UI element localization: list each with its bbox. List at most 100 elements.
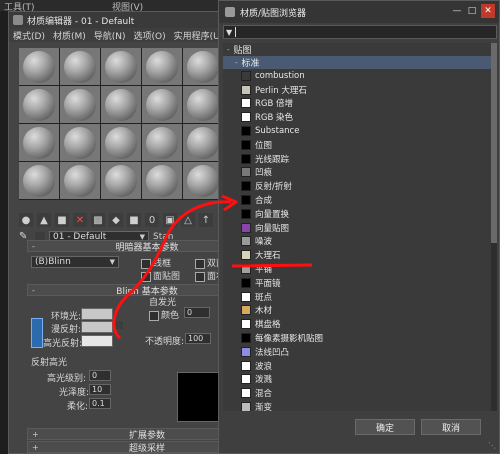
map-items: combustion Perlin 大理石 RGB 倍增 RGB 染色 Substanc… <box>223 69 497 411</box>
sample-slot[interactable] <box>19 86 59 123</box>
sample-slot[interactable] <box>183 124 223 161</box>
sample-slot[interactable] <box>60 48 100 85</box>
map-item-label: 反射/折射 <box>255 182 292 193</box>
sample-slot[interactable] <box>101 124 141 161</box>
diffuse-map-button[interactable] <box>115 321 123 329</box>
menu-mode[interactable]: 模式(D) <box>13 29 45 42</box>
material-sphere-preview <box>146 126 178 159</box>
app-icon <box>13 15 23 25</box>
map-item-camera-map[interactable]: 每像素摄影机贴图 <box>223 331 497 345</box>
sample-slot[interactable] <box>60 162 100 199</box>
map-item-flat-mirror[interactable]: 平面镜 <box>223 276 497 290</box>
maximize-icon[interactable]: □ <box>465 4 479 18</box>
sample-slot[interactable] <box>101 48 141 85</box>
self-illum-value[interactable]: 0 <box>184 307 210 318</box>
map-item-speckle[interactable]: 斑点 <box>223 290 497 304</box>
standard-group-header[interactable]: - 标准 <box>223 56 497 69</box>
make-unique-icon[interactable]: ◆ <box>109 213 123 227</box>
map-item-mix[interactable]: 混合 <box>223 386 497 400</box>
sample-slot[interactable] <box>183 162 223 199</box>
lock-ambient-diffuse-button[interactable] <box>31 318 43 348</box>
map-item-wood[interactable]: 木材 <box>223 304 497 318</box>
map-item-gradient[interactable]: 渐变 <box>223 400 497 411</box>
search-input[interactable]: ▼ <box>223 25 497 39</box>
shader-type-dropdown[interactable]: (B)Blinn ▼ <box>31 256 119 268</box>
assign-to-selection-icon[interactable]: ■ <box>55 213 69 227</box>
put-to-library-icon[interactable]: ■ <box>127 213 141 227</box>
sample-slot[interactable] <box>183 48 223 85</box>
sample-slot[interactable] <box>19 162 59 199</box>
map-item-checker[interactable]: 棋盘格 <box>223 317 497 331</box>
sample-slot[interactable] <box>142 124 182 161</box>
sample-slot[interactable] <box>60 124 100 161</box>
map-item-normal-bump[interactable]: 法线凹凸 <box>223 345 497 359</box>
menu-utilities[interactable]: 实用程序(U) <box>174 29 224 42</box>
ok-button[interactable]: 确定 <box>355 419 415 435</box>
map-item-reflect-refract[interactable]: 反射/折射 <box>223 179 497 193</box>
material-map-browser-window: 材质/贴图浏览器 — □ ✕ ▼ - 贴图 - 标准 combustion Perli… <box>218 0 500 454</box>
menu-navigation[interactable]: 导航(N) <box>94 29 126 42</box>
collapse-icon: - <box>32 285 35 295</box>
sample-slot[interactable] <box>142 162 182 199</box>
reset-map-icon[interactable]: ✕ <box>73 213 87 227</box>
sample-slot[interactable] <box>60 86 100 123</box>
sample-slot[interactable] <box>142 48 182 85</box>
map-item-vector-displacement[interactable]: 向量置换 <box>223 207 497 221</box>
cancel-button[interactable]: 取消 <box>421 419 481 435</box>
waves-icon <box>241 360 251 371</box>
map-item-rgb-tint[interactable]: RGB 染色 <box>223 110 497 124</box>
soften-value[interactable]: 0.1 <box>89 398 111 409</box>
specular-level-value[interactable]: 0 <box>89 370 111 381</box>
resize-grip-icon[interactable]: ⋱ <box>488 441 496 450</box>
glossiness-value[interactable]: 10 <box>89 384 111 395</box>
sample-slot[interactable] <box>101 86 141 123</box>
show-map-icon[interactable]: ▣ <box>163 213 177 227</box>
copy-material-icon[interactable]: ▩ <box>91 213 105 227</box>
material-id-icon[interactable]: 0 <box>145 213 159 227</box>
put-to-scene-icon[interactable]: ▲ <box>37 213 51 227</box>
option-label: 面贴图 <box>153 272 181 282</box>
sample-slot[interactable] <box>183 86 223 123</box>
map-item-tiles[interactable]: 平铺 <box>223 262 497 276</box>
map-item-noise[interactable]: 噪波 <box>223 235 497 249</box>
get-material-icon[interactable]: ● <box>19 213 33 227</box>
diffuse-color-swatch[interactable] <box>81 321 113 333</box>
self-illum-color-option[interactable]: 颜色 <box>149 308 179 321</box>
sample-slot[interactable] <box>142 86 182 123</box>
map-item-waves[interactable]: 波浪 <box>223 359 497 373</box>
map-item-combustion[interactable]: combustion <box>223 69 497 83</box>
browser-options-icon[interactable]: ▼ <box>226 28 232 37</box>
close-icon[interactable]: ✕ <box>481 4 495 18</box>
scrollbar-thumb[interactable] <box>491 43 497 243</box>
menu-options[interactable]: 选项(O) <box>134 29 166 42</box>
map-item-substance[interactable]: Substance <box>223 124 497 138</box>
ambient-color-swatch[interactable] <box>81 308 113 320</box>
map-item-composite[interactable]: 合成 <box>223 193 497 207</box>
map-item-marble[interactable]: 大理石 <box>223 248 497 262</box>
map-item-raytrace[interactable]: 光线跟踪 <box>223 152 497 166</box>
face-map-option[interactable]: 面贴图 <box>141 269 180 282</box>
menu-material[interactable]: 材质(M) <box>53 29 86 42</box>
opacity-value[interactable]: 100 <box>185 333 211 344</box>
scrollbar[interactable] <box>491 43 497 411</box>
maps-section-header[interactable]: - 贴图 <box>223 43 497 57</box>
sample-slot[interactable] <box>19 48 59 85</box>
map-item-label: 大理石 <box>255 251 281 262</box>
map-item-label: 平面镜 <box>255 278 281 289</box>
map-item-bitmap[interactable]: 位图 <box>223 138 497 152</box>
material-sphere-preview <box>146 88 178 121</box>
map-item-perlin-marble[interactable]: Perlin 大理石 <box>223 83 497 97</box>
sample-slot[interactable] <box>101 162 141 199</box>
sample-slot[interactable] <box>19 124 59 161</box>
map-item-dent[interactable]: 凹痕 <box>223 166 497 180</box>
map-item-rgb-multiply[interactable]: RGB 倍增 <box>223 97 497 111</box>
mix-icon <box>241 388 251 399</box>
show-end-result-icon[interactable]: △ <box>181 213 195 227</box>
map-item-splat[interactable]: 泼溅 <box>223 373 497 387</box>
go-to-parent-icon[interactable]: ↑ <box>199 213 213 227</box>
wireframe-option[interactable]: 线框 <box>141 256 171 269</box>
map-item-vector-map[interactable]: 向量贴图 <box>223 221 497 235</box>
specular-color-swatch[interactable] <box>81 335 113 347</box>
minimize-icon[interactable]: — <box>450 4 464 18</box>
rollout-title: 明暗器基本参数 <box>115 242 179 253</box>
